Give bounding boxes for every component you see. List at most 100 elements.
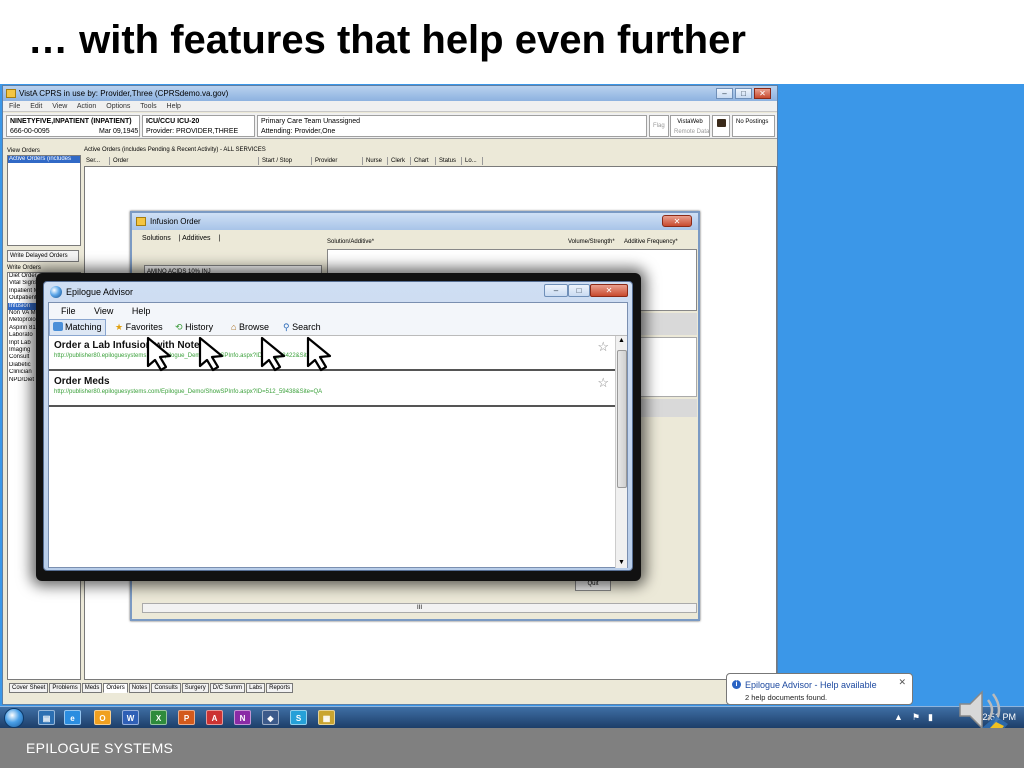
browse-button[interactable]: ⌂ Browse: [231, 319, 269, 336]
epilogue-close-button[interactable]: ✕: [590, 284, 628, 297]
tab-meds[interactable]: Meds: [81, 683, 103, 693]
epilogue-maximize-button[interactable]: □: [568, 284, 590, 297]
favorite-star-icon[interactable]: ☆: [597, 375, 609, 391]
vistaweb-button[interactable]: VistaWeb Remote Data: [670, 115, 710, 137]
close-button[interactable]: ✕: [754, 88, 771, 99]
infusion-close-button[interactable]: ✕: [662, 215, 692, 227]
matching-button[interactable]: Matching: [49, 319, 106, 336]
col-service[interactable]: Ser...: [84, 157, 110, 165]
outlook-taskbar-icon[interactable]: O: [94, 710, 111, 725]
history-icon: ⟲: [175, 322, 183, 332]
epilogue-logo-icon: [50, 286, 62, 298]
cprs-taskbar-icon[interactable]: ▦: [318, 710, 335, 725]
balloon-close-icon[interactable]: ✕: [898, 677, 906, 688]
epilogue-menu-file[interactable]: File: [61, 306, 76, 316]
tab-cover-sheet[interactable]: Cover Sheet: [9, 683, 49, 693]
result-title[interactable]: Order Meds: [54, 376, 110, 387]
location-box[interactable]: ICU/CCU ICU-20 Provider: PROVIDER,THREE: [142, 115, 255, 137]
menu-edit[interactable]: Edit: [30, 103, 42, 110]
horizontal-scrollbar[interactable]: III: [142, 603, 697, 613]
col-clerk[interactable]: Clerk: [389, 157, 411, 165]
result-item[interactable]: Order Meds http://publisher80.epiloguesy…: [49, 373, 615, 407]
start-button[interactable]: [4, 708, 24, 728]
epilogue-menu-help[interactable]: Help: [132, 306, 151, 316]
view-orders-label: View Orders: [7, 148, 40, 154]
tab-additives[interactable]: Additives: [182, 235, 210, 242]
excel-taskbar-icon[interactable]: X: [150, 710, 167, 725]
tab-labs[interactable]: Labs: [246, 683, 266, 693]
col-provider[interactable]: Provider: [313, 157, 363, 165]
hdr-volume-strength: Volume/Strength*: [568, 239, 615, 245]
col-location[interactable]: Lo...: [463, 157, 483, 165]
menu-help[interactable]: Help: [167, 103, 181, 110]
tab-notes[interactable]: Notes: [128, 683, 151, 693]
col-chart[interactable]: Chart: [412, 157, 436, 165]
chart-tabs: Cover Sheet Problems Meds Orders Notes Consul…: [9, 683, 294, 693]
epilogue-menubar: File View Help: [49, 303, 627, 319]
tab-orders[interactable]: Orders: [103, 683, 128, 693]
tray-arrow-icon[interactable]: ▲: [894, 712, 903, 722]
postings-button[interactable]: No Postings: [732, 115, 775, 137]
menu-view[interactable]: View: [52, 103, 67, 110]
scroll-down-icon[interactable]: ▼: [618, 559, 625, 566]
browse-label: Browse: [238, 322, 269, 332]
tab-dc-summ[interactable]: D/C Summ: [209, 683, 246, 693]
scroll-thumb[interactable]: [617, 350, 627, 488]
tab-solutions[interactable]: Solutions: [142, 235, 171, 242]
ie-taskbar-icon[interactable]: e: [64, 710, 81, 725]
hdr-additive-frequency: Additive Frequency*: [624, 239, 678, 245]
view-orders-item[interactable]: Active Orders (includes: [8, 156, 80, 164]
col-status[interactable]: Status: [437, 157, 462, 165]
slide: … with features that help even further V…: [0, 0, 1024, 768]
explorer-taskbar-icon[interactable]: ▤: [38, 710, 55, 725]
maximize-button[interactable]: □: [735, 88, 752, 99]
cprs-titlebar[interactable]: VistA CPRS in use by: Provider,Three (CP…: [3, 86, 777, 101]
cursor-arrow-icon: [198, 336, 224, 372]
epilogue-menu-view[interactable]: View: [94, 306, 113, 316]
tab-consults[interactable]: Consults: [151, 683, 181, 693]
flag-button[interactable]: Flag: [649, 115, 669, 137]
epilogue-minimize-button[interactable]: –: [544, 284, 568, 297]
favorite-star-icon[interactable]: ☆: [597, 339, 609, 355]
col-start-stop[interactable]: Start / Stop: [260, 157, 312, 165]
primary-care-box[interactable]: Primary Care Team Unassigned Attending: …: [257, 115, 647, 137]
write-delayed-orders-button[interactable]: Write Delayed Orders: [7, 250, 79, 262]
result-url[interactable]: http://publisher80.epiloguesystems.com/E…: [54, 389, 322, 395]
menu-action[interactable]: Action: [77, 103, 96, 110]
balloon-title: Epilogue Advisor - Help available: [745, 680, 877, 690]
view-orders-list[interactable]: Active Orders (includes: [7, 155, 81, 246]
menu-tools[interactable]: Tools: [140, 103, 156, 110]
history-button[interactable]: ⟲ History: [175, 319, 213, 336]
tab-problems[interactable]: Problems: [49, 683, 81, 693]
infusion-titlebar[interactable]: Infusion Order ✕: [132, 213, 698, 230]
orders-caption: Active Orders (includes Pending & Recent…: [84, 147, 266, 153]
favorites-button[interactable]: ★ Favorites: [115, 319, 163, 336]
patient-id-box[interactable]: NINETYFIVE,INPATIENT (INPATIENT) 666-00-…: [6, 115, 140, 137]
onenote-taskbar-icon[interactable]: N: [234, 710, 251, 725]
tab-reports[interactable]: Reports: [266, 683, 294, 693]
pdf-taskbar-icon[interactable]: A: [206, 710, 223, 725]
attending-provider: Attending: Provider,One: [261, 128, 336, 135]
search-button[interactable]: ⚲ Search: [283, 319, 321, 336]
house-icon: [716, 119, 726, 127]
skype-taskbar-icon[interactable]: S: [290, 710, 307, 725]
powerpoint-taskbar-icon[interactable]: P: [178, 710, 195, 725]
epilogue-toolbar: Matching ★ Favorites ⟲ History ⌂ Browse …: [49, 319, 627, 336]
minimize-button[interactable]: –: [716, 88, 733, 99]
remote-icon[interactable]: [712, 115, 730, 137]
epilogue-scrollbar[interactable]: ▲ ▼: [615, 336, 627, 568]
menu-options[interactable]: Options: [106, 103, 130, 110]
patient-ssn: 666-00-0095: [10, 128, 50, 135]
patient-ssn-dob: 666-00-0095 Mar 09,1945 (66): [10, 127, 139, 136]
tray-network-icon[interactable]: ▮: [928, 712, 933, 723]
col-nurse[interactable]: Nurse: [364, 157, 388, 165]
app-taskbar-icon[interactable]: ◆: [262, 710, 279, 725]
word-taskbar-icon[interactable]: W: [122, 710, 139, 725]
scroll-up-icon[interactable]: ▲: [618, 337, 625, 344]
tab-surgery[interactable]: Surgery: [181, 683, 209, 693]
tray-flag-icon[interactable]: ⚑: [912, 712, 920, 723]
notification-balloon[interactable]: i Epilogue Advisor - Help available 2 he…: [726, 673, 913, 705]
menu-file[interactable]: File: [9, 103, 20, 110]
search-icon: ⚲: [283, 322, 290, 332]
col-order[interactable]: Order: [111, 157, 259, 165]
